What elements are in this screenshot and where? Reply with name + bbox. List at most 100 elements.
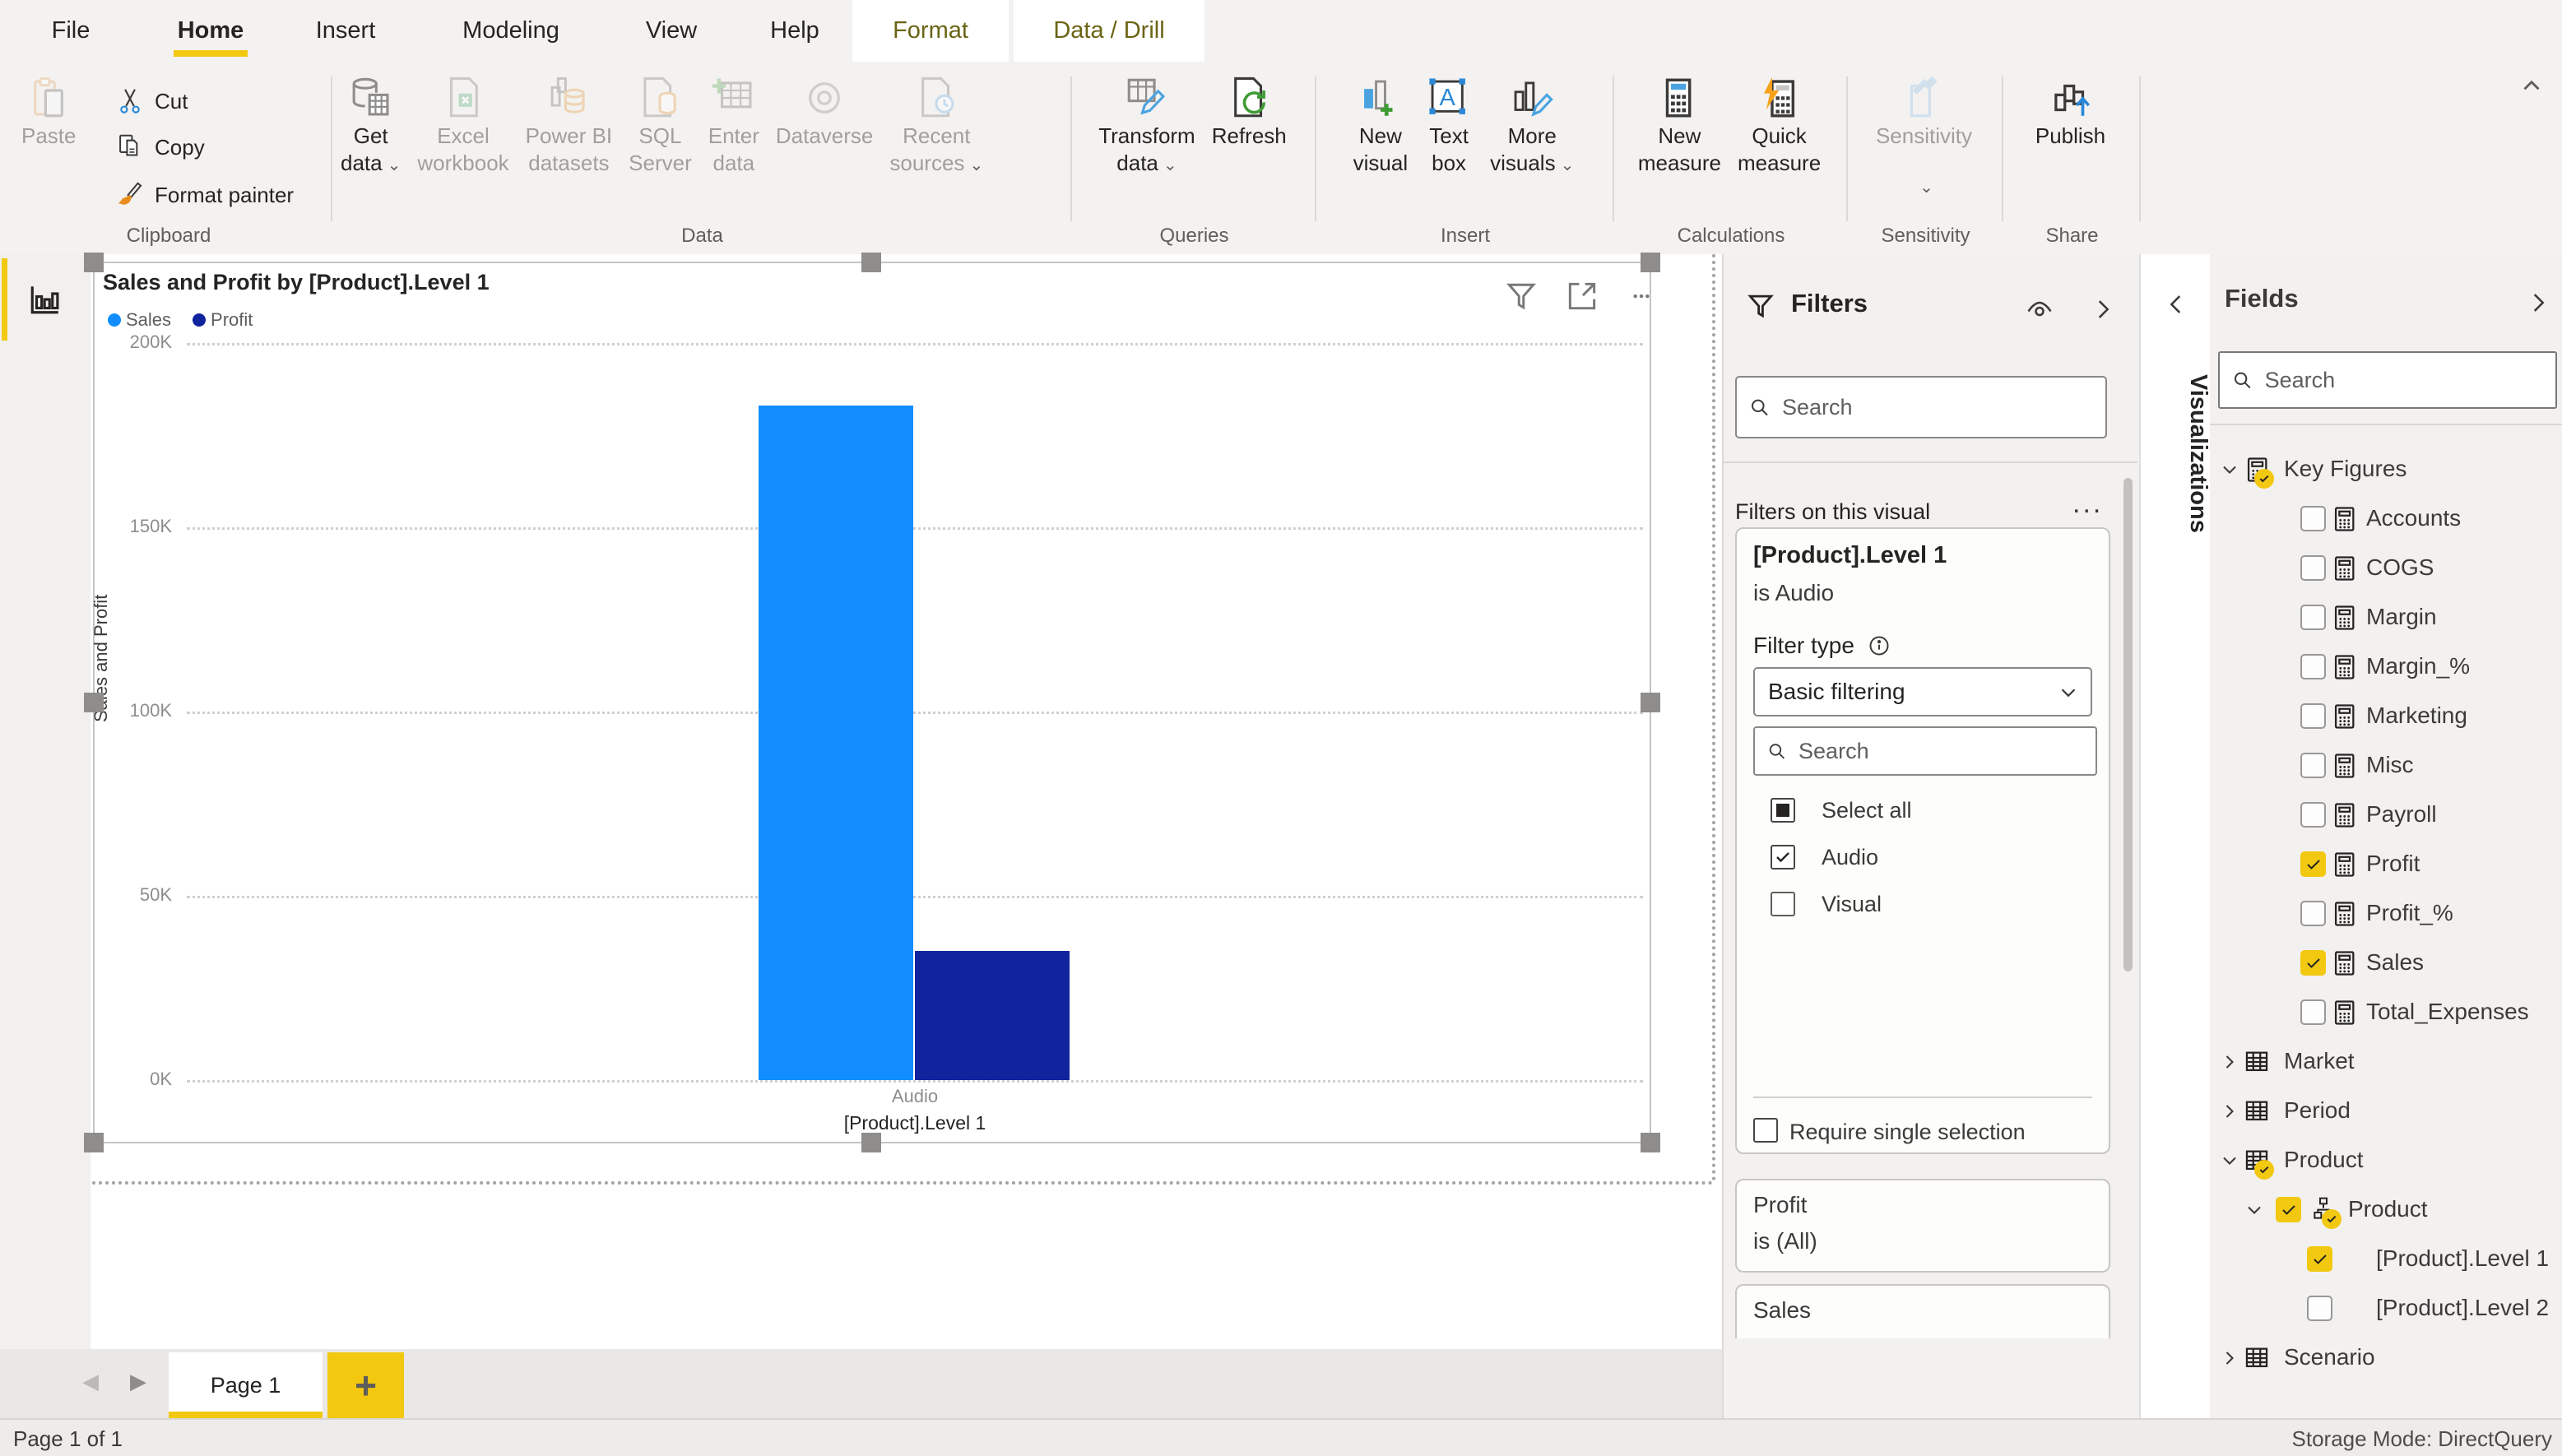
collapse-ribbon-icon[interactable]: [2518, 72, 2547, 101]
chevron-right-icon[interactable]: [2218, 1050, 2241, 1078]
expand-visualizations-icon[interactable]: [2162, 290, 2190, 322]
filter-type-dropdown[interactable]: Basic filtering: [1753, 667, 2092, 716]
resize-handle-n[interactable]: [861, 253, 881, 272]
field-item-product-level-2[interactable]: [Product].Level 2: [2210, 1284, 2562, 1333]
filter-option-audio[interactable]: Audio: [1771, 842, 1795, 872]
field-checkbox-profit[interactable]: [2300, 901, 2326, 926]
field-item-product[interactable]: Product: [2210, 1185, 2562, 1235]
report-view-icon[interactable]: [28, 282, 63, 321]
checkbox-visual[interactable]: [1771, 892, 1795, 916]
resize-handle-se[interactable]: [1641, 1133, 1660, 1152]
filter-option-select-all[interactable]: Select all: [1771, 795, 1795, 825]
filter-values-search-input[interactable]: [1797, 738, 2084, 765]
quick-measure-button[interactable]: Quick measure: [1729, 68, 1829, 177]
field-item-profit[interactable]: Profit: [2210, 840, 2562, 889]
field-checkbox-profit[interactable]: [2300, 851, 2326, 877]
chevron-down-icon[interactable]: [2218, 1149, 2241, 1176]
section-more-options-icon[interactable]: ...: [2072, 488, 2103, 520]
field-item-payroll[interactable]: Payroll: [2210, 791, 2562, 840]
field-checkbox-payroll[interactable]: [2300, 802, 2326, 828]
field-item-margin[interactable]: Margin: [2210, 593, 2562, 642]
checkbox-audio[interactable]: [1771, 845, 1795, 869]
resize-handle-w[interactable]: [84, 693, 104, 712]
collapse-fields-icon[interactable]: [2524, 289, 2552, 321]
format-painter-button[interactable]: Format painter: [114, 174, 294, 216]
add-page-button[interactable]: +: [327, 1352, 404, 1418]
bar-profit-audio[interactable]: [915, 951, 1070, 1080]
field-item-product-level-1[interactable]: [Product].Level 1: [2210, 1235, 2562, 1284]
field-checkbox-product-level-1[interactable]: [2307, 1246, 2332, 1272]
tab-format[interactable]: Format: [852, 0, 1009, 62]
field-checkbox-sales[interactable]: [2300, 950, 2326, 976]
resize-handle-sw[interactable]: [84, 1133, 104, 1152]
checkbox-select-all[interactable]: [1771, 798, 1795, 823]
field-item-market[interactable]: Market: [2210, 1037, 2562, 1087]
more-options-icon[interactable]: [1623, 288, 1659, 306]
field-item-margin[interactable]: Margin_%: [2210, 642, 2562, 692]
chevron-right-icon[interactable]: [2218, 1100, 2241, 1127]
next-page-arrow-icon[interactable]: ▶: [130, 1369, 146, 1394]
chevron-right-icon[interactable]: [2218, 1347, 2241, 1374]
field-checkbox-product-level-2[interactable]: [2307, 1296, 2332, 1321]
collapse-filters-icon[interactable]: [2089, 295, 2117, 327]
eye-icon[interactable]: [2025, 295, 2054, 329]
legend-item-sales[interactable]: Sales: [108, 309, 171, 331]
bar-chart-visual[interactable]: Sales and Profit by [Product].Level 1 Sa…: [93, 262, 1651, 1143]
field-checkbox-marketing[interactable]: [2300, 703, 2326, 729]
filters-scrollbar[interactable]: [2123, 478, 2133, 971]
resize-handle-s[interactable]: [861, 1133, 881, 1152]
field-checkbox-product[interactable]: [2276, 1197, 2301, 1222]
field-item-key-figures[interactable]: Key Figures: [2210, 445, 2562, 494]
new-visual-button[interactable]: New visual: [1345, 68, 1416, 177]
copy-button[interactable]: Copy: [114, 126, 205, 169]
cut-button[interactable]: Cut: [114, 80, 188, 123]
field-checkbox-margin[interactable]: [2300, 605, 2326, 630]
field-checkbox-cogs[interactable]: [2300, 555, 2326, 581]
focus-mode-icon[interactable]: [1564, 278, 1600, 314]
field-checkbox-accounts[interactable]: [2300, 506, 2326, 531]
page-tab[interactable]: Page 1: [169, 1352, 323, 1418]
filter-option-visual[interactable]: Visual: [1771, 889, 1795, 919]
chevron-down-icon[interactable]: [2243, 1199, 2266, 1226]
more-visuals-button[interactable]: More visuals⌄: [1482, 68, 1582, 179]
resize-handle-nw[interactable]: [84, 253, 104, 272]
field-item-misc[interactable]: Misc: [2210, 741, 2562, 791]
tab-view[interactable]: View: [622, 0, 721, 62]
tab-help[interactable]: Help: [745, 0, 844, 62]
filters-search[interactable]: [1735, 376, 2107, 438]
text-box-button[interactable]: A Text box: [1416, 68, 1482, 177]
legend-item-profit[interactable]: Profit: [193, 309, 253, 331]
visualizations-collapsed-pane[interactable]: Visualizations: [2139, 254, 2213, 1418]
transform-data-button[interactable]: Transform data⌄: [1090, 68, 1204, 179]
tab-file[interactable]: File: [30, 0, 112, 62]
filter-values-search[interactable]: [1753, 726, 2097, 776]
filter-card-profit[interactable]: Profit is (All): [1735, 1179, 2110, 1273]
field-item-product[interactable]: Product: [2210, 1136, 2562, 1185]
field-item-scenario[interactable]: Scenario: [2210, 1333, 2562, 1383]
fields-search-input[interactable]: [2263, 367, 2544, 394]
resize-handle-e[interactable]: [1641, 693, 1660, 712]
resize-handle-ne[interactable]: [1641, 253, 1660, 272]
field-item-profit[interactable]: Profit_%: [2210, 889, 2562, 939]
field-item-period[interactable]: Period: [2210, 1087, 2562, 1136]
refresh-button[interactable]: Refresh: [1204, 68, 1295, 177]
field-checkbox-misc[interactable]: [2300, 753, 2326, 778]
visual-filter-icon[interactable]: [1503, 278, 1539, 314]
field-item-cogs[interactable]: COGS: [2210, 544, 2562, 593]
tab-modeling[interactable]: Modeling: [433, 0, 589, 62]
publish-button[interactable]: Publish: [2027, 68, 2114, 177]
new-measure-button[interactable]: New measure: [1630, 68, 1729, 177]
get-data-button[interactable]: Get data⌄: [332, 68, 409, 179]
field-item-accounts[interactable]: Accounts: [2210, 494, 2562, 544]
tab-insert[interactable]: Insert: [293, 0, 398, 62]
field-item-total-expenses[interactable]: Total_Expenses: [2210, 988, 2562, 1037]
tab-home[interactable]: Home: [153, 0, 268, 62]
field-item-sales[interactable]: Sales: [2210, 939, 2562, 988]
filters-search-input[interactable]: [1780, 394, 2094, 421]
field-checkbox-margin[interactable]: [2300, 654, 2326, 679]
field-checkbox-total-expenses[interactable]: [2300, 999, 2326, 1025]
require-single-selection-checkbox[interactable]: [1753, 1118, 1778, 1143]
tab-data-drill[interactable]: Data / Drill: [1014, 0, 1204, 62]
prev-page-arrow-icon[interactable]: ◀: [82, 1369, 99, 1394]
filter-card-sales[interactable]: Sales: [1735, 1284, 2110, 1338]
